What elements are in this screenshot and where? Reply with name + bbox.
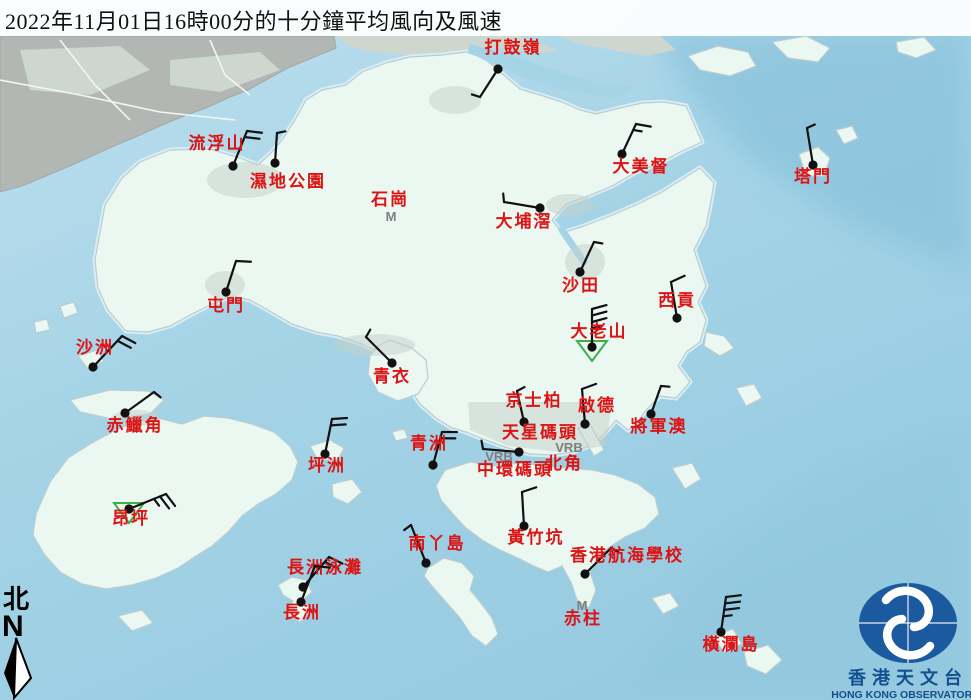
station-label: 啟德 (578, 395, 616, 415)
wind-barb-half (594, 242, 602, 243)
station-dot (580, 419, 589, 428)
station-label: 西貢 (658, 291, 696, 310)
wind-barb-full (331, 424, 346, 425)
station-label: 香港航海學校 (570, 545, 684, 565)
station-label: 大美督 (613, 156, 670, 176)
station-label: 昂坪 (112, 509, 150, 528)
station-status-vrb: VRB (485, 449, 512, 464)
station-label: 屯門 (207, 295, 245, 315)
station-label: 將軍澳 (631, 416, 688, 436)
station-label: 橫瀾島 (703, 634, 760, 654)
station-status-m: M (386, 209, 397, 224)
station-label: 濕地公園 (250, 171, 326, 191)
station-dot (580, 569, 589, 578)
station-label: 青洲 (410, 433, 448, 453)
station-label: 沙洲 (76, 338, 114, 357)
station-label: 京士柏 (506, 390, 563, 410)
station-label: 大老山 (571, 321, 628, 341)
wind-barb-full (332, 418, 347, 419)
station-dot (428, 460, 437, 469)
station-label: 青衣 (373, 366, 411, 386)
station-dot (270, 158, 279, 167)
wind-barb-half (633, 130, 641, 131)
wind-map-page: 打鼓嶺流浮山濕地公園石崗M大美督塔門大埔滘沙田屯門西貢沙洲大老山青衣赤鱲角京士柏… (0, 0, 971, 700)
wind-barb-half (661, 386, 669, 387)
station-label: 坪洲 (308, 456, 346, 475)
hong-kong-map: 打鼓嶺流浮山濕地公園石崗M大美督塔門大埔滘沙田屯門西貢沙洲大老山青衣赤鱲角京士柏… (0, 0, 971, 700)
station-label: 大埔滘 (496, 211, 553, 231)
station-label: 流浮山 (189, 133, 246, 153)
station-label: 塔門 (794, 166, 832, 186)
station-label: 南丫島 (409, 533, 466, 553)
wind-barb-half (481, 441, 483, 449)
station-dot (421, 558, 430, 567)
station-status-vrb: VRB (555, 440, 582, 455)
hko-logo-english: HONG KONG OBSERVATORY (831, 689, 971, 700)
station-label: 長洲 (283, 603, 321, 622)
hko-logo-chinese: 香港天文台 (847, 667, 968, 688)
station-label: 北角 (545, 453, 583, 473)
station-dot (672, 313, 681, 322)
station-label: 黃竹坑 (507, 527, 565, 547)
station-dot (88, 362, 97, 371)
station-label: 沙田 (562, 276, 600, 295)
title-bar: 2022年11月01日16時00分的十分鐘平均風向及風速 (0, 0, 971, 36)
station-label: 打鼓嶺 (485, 37, 542, 57)
station-dot (514, 447, 523, 456)
compass-north-letter: N (2, 610, 24, 643)
map-title: 2022年11月01日16時00分的十分鐘平均風向及風速 (5, 4, 502, 36)
wind-barb-half (723, 615, 731, 616)
station-dot (228, 161, 237, 170)
station-label: 赤鱲角 (107, 415, 164, 435)
station-dot (493, 64, 502, 73)
station-dot (587, 342, 596, 351)
wind-barb-half (503, 194, 504, 202)
station-status-m: M (577, 598, 588, 613)
station-label: 石崗 (370, 190, 409, 209)
wind-barb-full (236, 261, 251, 262)
